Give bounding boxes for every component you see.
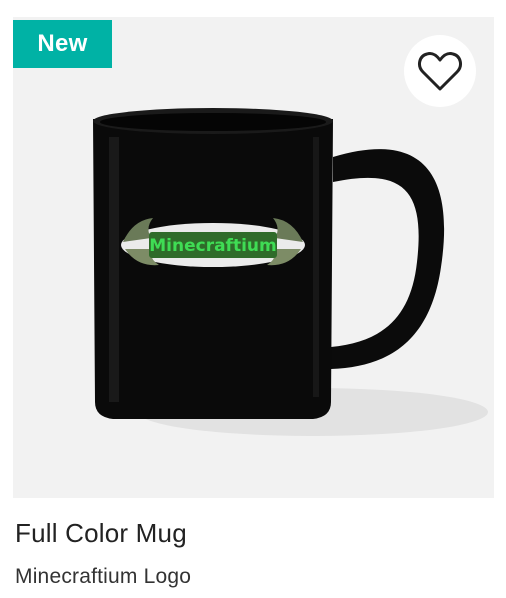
favorite-button[interactable] [404,35,476,107]
minecraftium-logo: Minecraftium [121,218,305,267]
logo-text: Minecraftium [149,236,276,256]
product-card[interactable]: Minecraftium New Full Color Mug Minecraf… [0,0,506,598]
product-design-name[interactable]: Minecraftium Logo [15,565,191,589]
heart-outline-icon [418,52,462,91]
product-title[interactable]: Full Color Mug [15,518,187,549]
new-badge: New [13,20,112,68]
